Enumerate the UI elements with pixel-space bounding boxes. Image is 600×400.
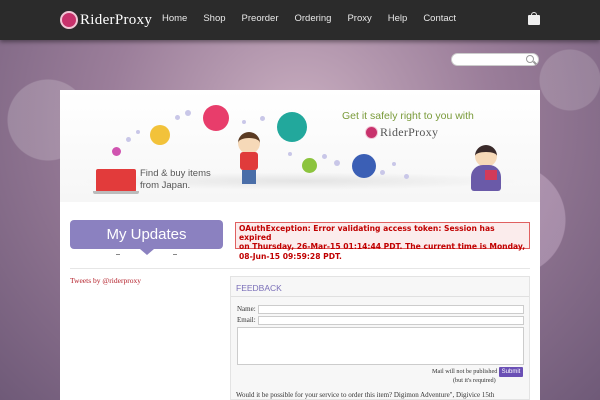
search-input[interactable] <box>451 53 539 66</box>
camera-bubble-icon <box>352 154 376 178</box>
guitar-bubble-icon <box>302 158 317 173</box>
nav-preorder[interactable]: Preorder <box>242 13 279 24</box>
feedback-title: FEEDBACK <box>236 283 282 293</box>
game-controller-bubble-icon <box>277 112 307 142</box>
book-bubble-icon <box>150 125 170 145</box>
name-field[interactable] <box>258 305 524 314</box>
feedback-box: FEEDBACK Name: Email: Mail will not be p… <box>230 276 530 400</box>
site-logo[interactable]: RiderProxy <box>60 9 152 31</box>
laptop-icon <box>96 169 136 192</box>
submit-button[interactable]: Submit <box>499 367 523 377</box>
nav-proxy[interactable]: Proxy <box>347 13 371 24</box>
banner-find-text: Find & buy items from Japan. <box>140 168 211 191</box>
name-label: Name: <box>237 305 256 313</box>
main-content: Find & buy items from Japan. Get it safe… <box>60 90 540 400</box>
top-navbar: RiderProxy Home Shop Preorder Ordering P… <box>0 0 600 40</box>
shirt-bubble-icon <box>203 105 229 131</box>
logo-mark-icon <box>60 11 78 29</box>
banner-tagline: Get it safely right to you with <box>342 110 474 122</box>
email-label: Email: <box>237 316 256 324</box>
required-note: (but it's required) <box>453 377 496 384</box>
logo-mark-icon <box>365 126 378 139</box>
feedback-message: Would it be possible for your service to… <box>236 391 495 399</box>
nav-ordering[interactable]: Ordering <box>295 13 332 24</box>
mail-note: Mail will not be published <box>432 368 498 375</box>
small-pink-bubble <box>112 147 121 156</box>
main-nav: Home Shop Preorder Ordering Proxy Help C… <box>162 13 472 24</box>
banner-logo: RiderProxy <box>365 125 438 140</box>
shopping-bag-icon[interactable] <box>528 12 540 25</box>
girl-character <box>475 145 497 167</box>
hero-banner: Find & buy items from Japan. Get it safe… <box>60 90 540 202</box>
my-updates-heading: My Updates <box>70 220 223 249</box>
tweets-link[interactable]: Tweets by @riderproxy <box>70 276 141 285</box>
divider <box>70 268 530 269</box>
nav-shop[interactable]: Shop <box>203 13 225 24</box>
logo-text: RiderProxy <box>80 11 153 28</box>
nav-home[interactable]: Home <box>162 13 187 24</box>
message-textarea[interactable] <box>237 327 524 365</box>
nav-contact[interactable]: Contact <box>423 13 456 24</box>
email-field[interactable] <box>258 316 524 325</box>
boy-character <box>238 132 260 154</box>
search-icon[interactable] <box>526 55 534 63</box>
oauth-error-message: OAuthException: Error validating access … <box>235 222 530 261</box>
caret-down-icon <box>140 249 154 255</box>
gift-box-icon <box>485 170 497 180</box>
nav-help[interactable]: Help <box>388 13 408 24</box>
